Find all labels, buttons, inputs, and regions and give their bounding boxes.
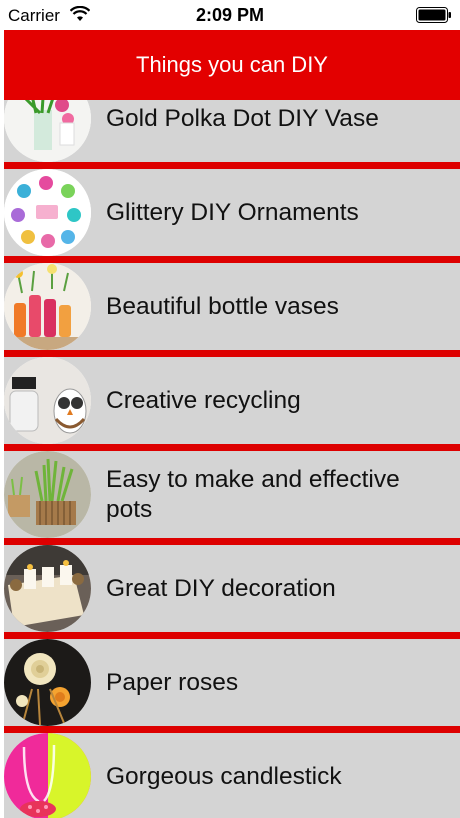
list-item-glittery-ornaments[interactable]: Glittery DIY Ornaments: [4, 169, 460, 256]
bottle-vases-thumbnail-icon: [4, 263, 91, 350]
list-item-gorgeous-candlestick[interactable]: Gorgeous candlestick: [4, 733, 460, 818]
list-item-bottle-vases[interactable]: Beautiful bottle vases: [4, 263, 460, 350]
candlestick-thumbnail-icon: [4, 733, 91, 818]
row-separator: [4, 444, 460, 451]
row-separator: [4, 726, 460, 733]
row-separator: [4, 162, 460, 169]
decoration-thumbnail-icon: [4, 545, 91, 632]
list-item-label: Gorgeous candlestick: [106, 762, 342, 790]
row-separator: [4, 256, 460, 263]
paper-roses-thumbnail-icon: [4, 639, 91, 726]
list-item-label: Paper roses: [106, 668, 239, 696]
list-item-creative-recycling[interactable]: Creative recycling: [4, 357, 460, 444]
list-item-label: Great DIY decoration: [106, 574, 336, 602]
row-separator: [4, 538, 460, 545]
list-item-gold-polka-dot-vase[interactable]: Gold Polka Dot DIY Vase: [4, 100, 460, 162]
ornaments-thumbnail-icon: [4, 169, 91, 256]
list-item-easy-pots[interactable]: Easy to make and effective pots: [4, 451, 460, 538]
list-item-label: Creative recycling: [106, 386, 301, 414]
pots-thumbnail-icon: [4, 451, 91, 538]
status-time: 2:09 PM: [195, 5, 265, 25]
status-bar: Carrier 2:09 PM: [0, 0, 460, 30]
list-item-label: Beautiful bottle vases: [106, 292, 339, 320]
list-item-paper-roses[interactable]: Paper roses: [4, 639, 460, 726]
row-separator: [4, 632, 460, 639]
page-title: Things you can DIY: [136, 52, 328, 77]
list-item-label: Easy to make and effective pots: [106, 465, 400, 523]
row-separator: [4, 350, 460, 357]
navigation-bar: Things you can DIY: [4, 30, 460, 100]
diy-list[interactable]: Gold Polka Dot DIY Vase Glittery DIY Orn…: [4, 100, 460, 818]
list-item-label: Gold Polka Dot DIY Vase: [106, 104, 379, 132]
recycling-thumbnail-icon: [4, 357, 91, 444]
vase-thumbnail-icon: [4, 100, 91, 162]
battery-icon: [416, 7, 451, 23]
list-item-diy-decoration[interactable]: Great DIY decoration: [4, 545, 460, 632]
list-item-label: Glittery DIY Ornaments: [106, 198, 359, 226]
